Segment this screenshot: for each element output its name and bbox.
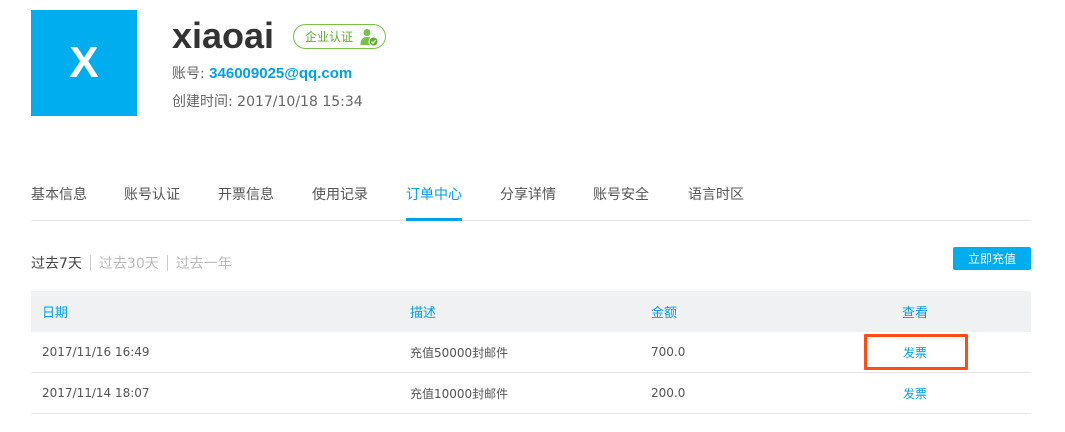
tab-usage-records[interactable]: 使用记录 [312, 170, 368, 220]
table-row: 2017/11/16 16:49 充值50000封邮件 700.0 发票 [31, 332, 1031, 373]
row-view: 发票 [861, 373, 969, 413]
tab-basic-info[interactable]: 基本信息 [31, 170, 87, 220]
filter-divider [166, 255, 168, 271]
tab-language-timezone[interactable]: 语言时区 [688, 170, 744, 220]
verified-user-icon [360, 29, 379, 47]
row-description: 充值50000封邮件 [410, 345, 509, 360]
row-amount: 200.0 [651, 386, 686, 400]
invoice-link[interactable]: 发票 [903, 385, 927, 402]
filter-divider [89, 255, 91, 271]
created-time-row: 创建时间: 2017/10/18 15:34 [172, 92, 363, 112]
tab-invoice-info[interactable]: 开票信息 [218, 170, 274, 220]
orders-table: 日期 描述 金额 查看 2017/11/16 16:49 充值50000封邮件 … [31, 291, 1031, 414]
avatar: X [31, 10, 137, 116]
table-row: 2017/11/14 18:07 充值10000封邮件 200.0 发票 [31, 373, 1031, 414]
badge-label: 企业认证 [305, 30, 354, 44]
tab-order-center[interactable]: 订单中心 [406, 170, 462, 221]
row-date: 2017/11/16 16:49 [42, 345, 150, 359]
account-tabs: 基本信息 账号认证 开票信息 使用记录 订单中心 分享详情 账号安全 语言时区 [31, 170, 1031, 221]
row-description: 充值10000封邮件 [410, 386, 509, 401]
header-amount: 金额 [651, 306, 678, 321]
username: xiaoai [172, 15, 275, 56]
time-range-filters: 过去7天 过去30天 过去一年 [31, 254, 232, 274]
enterprise-verified-badge: 企业认证 [293, 24, 386, 49]
row-view: 发票 [861, 332, 969, 372]
filter-7-days[interactable]: 过去7天 [31, 256, 82, 272]
tab-share-details[interactable]: 分享详情 [500, 170, 556, 220]
account-label: 账号: [172, 66, 210, 82]
recharge-now-button[interactable]: 立即充值 [953, 247, 1031, 270]
table-header: 日期 描述 金额 查看 [31, 291, 1031, 332]
filter-30-days[interactable]: 过去30天 [99, 256, 159, 272]
header-date: 日期 [42, 306, 69, 321]
tab-account-security[interactable]: 账号安全 [593, 170, 649, 220]
created-label: 创建时间: [172, 94, 238, 110]
account-email: 346009025@qq.com [209, 65, 353, 82]
filter-one-year[interactable]: 过去一年 [176, 256, 232, 272]
row-date: 2017/11/14 18:07 [42, 386, 150, 400]
created-value: 2017/10/18 15:34 [237, 94, 363, 110]
header-description: 描述 [410, 306, 437, 321]
header-view: 查看 [901, 306, 928, 321]
tab-account-verification[interactable]: 账号认证 [124, 170, 180, 220]
row-amount: 700.0 [651, 345, 686, 359]
invoice-link[interactable]: 发票 [903, 344, 927, 361]
account-row: 账号: 346009025@qq.com [172, 64, 352, 84]
